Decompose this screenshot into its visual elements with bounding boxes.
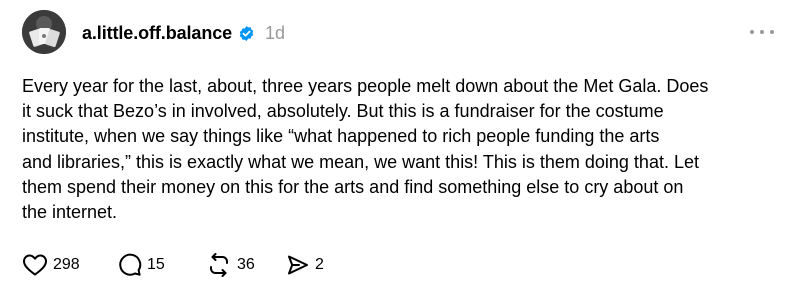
more-options-icon[interactable] — [750, 26, 774, 38]
repost-count: 36 — [237, 256, 255, 273]
like-button[interactable]: 298 — [22, 253, 118, 277]
send-arrow-icon — [288, 255, 308, 275]
repost-button[interactable]: 36 — [206, 253, 286, 277]
reply-count: 15 — [147, 256, 165, 273]
post-body-line: Every year for the last, about, three ye… — [22, 76, 709, 96]
post-body-line: them spend their money on this for the a… — [22, 176, 684, 197]
post-body-line: and libraries,” this is exactly what we … — [22, 151, 699, 172]
avatar-image — [22, 10, 66, 54]
verified-badge-icon — [238, 25, 255, 42]
post-body-line: it suck that Bezo’s in involved, absolut… — [22, 101, 664, 122]
username[interactable]: a.little.off.balance — [82, 23, 232, 44]
avatar[interactable] — [22, 10, 66, 54]
post-actions: 298 15 36 2 — [22, 252, 336, 278]
heart-icon — [23, 254, 47, 276]
post-body-line: institute, when we say things like “what… — [22, 126, 660, 147]
post-header: a.little.off.balance 1d — [82, 20, 285, 46]
post-timestamp: 1d — [265, 22, 286, 43]
like-count: 298 — [53, 256, 80, 273]
share-button[interactable]: 2 — [286, 253, 336, 277]
comment-bubble-icon — [119, 253, 142, 276]
reply-button[interactable]: 15 — [118, 253, 206, 277]
share-count: 2 — [315, 256, 324, 273]
repost-arrows-icon — [210, 253, 228, 277]
thread-post: a.little.off.balance 1d Every year for t… — [0, 0, 800, 287]
post-body: Every year for the last, about, three ye… — [22, 74, 792, 225]
post-body-line: the internet. — [22, 202, 118, 223]
